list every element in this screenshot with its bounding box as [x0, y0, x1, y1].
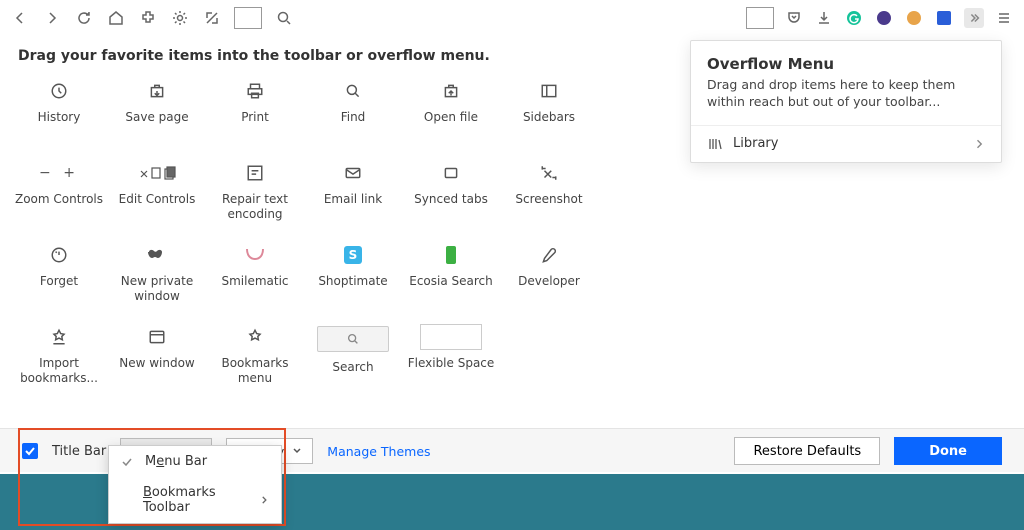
chevron-right-icon [259, 495, 269, 505]
save-page-icon [148, 80, 166, 102]
extension-blue-icon[interactable] [934, 8, 954, 28]
item-new-window[interactable]: New window [108, 326, 206, 398]
extension-purple-icon[interactable] [874, 8, 894, 28]
item-repair-text[interactable]: Repair text encoding [206, 162, 304, 234]
reload-icon[interactable] [74, 8, 94, 28]
menu-bar-option[interactable]: Menu Bar [109, 446, 281, 477]
home-icon[interactable] [106, 8, 126, 28]
ecosia-icon [446, 244, 456, 266]
print-icon [246, 80, 264, 102]
item-ecosia[interactable]: Ecosia Search [402, 244, 500, 316]
sidebars-icon [540, 80, 558, 102]
pocket-icon[interactable] [784, 8, 804, 28]
item-open-file[interactable]: Open file [402, 80, 500, 152]
item-developer[interactable]: Developer [500, 244, 598, 316]
forget-icon [50, 244, 68, 266]
shoptimate-icon: S [344, 244, 362, 266]
menu-icon[interactable] [994, 8, 1014, 28]
import-bookmarks-icon [50, 326, 68, 348]
overflow-header: Overflow Menu Drag and drop items here t… [691, 41, 1001, 126]
browser-toolbar [0, 0, 1024, 36]
toolbar-box-right[interactable] [746, 7, 774, 29]
flexible-space-icon [420, 326, 482, 348]
download-icon[interactable] [814, 8, 834, 28]
titlebar-checkbox[interactable] [22, 443, 38, 459]
item-find[interactable]: Find [304, 80, 402, 152]
history-icon [50, 80, 68, 102]
item-sidebars[interactable]: Sidebars [500, 80, 598, 152]
extension-orange-icon[interactable] [904, 8, 924, 28]
overflow-library-label: Library [733, 136, 778, 151]
toolbars-dropdown-menu: Menu Bar Bookmarks Toolbar [108, 445, 282, 524]
restore-defaults-button[interactable]: Restore Defaults [734, 437, 880, 465]
grammarly-icon[interactable] [844, 8, 864, 28]
search-icon[interactable] [274, 8, 294, 28]
settings-icon[interactable] [170, 8, 190, 28]
private-window-icon [147, 244, 167, 266]
overflow-desc: Drag and drop items here to keep them wi… [707, 77, 985, 111]
item-smilematic[interactable]: Smilematic [206, 244, 304, 316]
overflow-icon[interactable] [964, 8, 984, 28]
done-button[interactable]: Done [894, 437, 1002, 465]
developer-icon [540, 244, 558, 266]
back-icon[interactable] [10, 8, 30, 28]
item-flexible-space[interactable]: Flexible Space [402, 326, 500, 398]
forward-icon[interactable] [42, 8, 62, 28]
item-shoptimate[interactable]: SShoptimate [304, 244, 402, 316]
item-history[interactable]: History [10, 80, 108, 152]
overflow-library[interactable]: Library [691, 126, 1001, 162]
new-window-icon [148, 326, 166, 348]
item-private-window[interactable]: New private window [108, 244, 206, 316]
item-print[interactable]: Print [206, 80, 304, 152]
item-email[interactable]: Email link [304, 162, 402, 234]
extensions-icon[interactable] [138, 8, 158, 28]
titlebar-label: Title Bar [52, 444, 106, 459]
bookmarks-toolbar-option[interactable]: Bookmarks Toolbar [109, 477, 281, 523]
overflow-title: Overflow Menu [707, 55, 985, 73]
find-icon [344, 80, 362, 102]
repair-text-icon [246, 162, 264, 184]
item-search[interactable]: Search [304, 326, 402, 398]
synced-tabs-icon [442, 162, 460, 184]
item-synced-tabs[interactable]: Synced tabs [402, 162, 500, 234]
manage-themes-link[interactable]: Manage Themes [327, 444, 430, 459]
fullscreen-icon[interactable] [202, 8, 222, 28]
right-toolbar-icons [746, 7, 1014, 29]
library-icon [707, 136, 723, 152]
item-save-page[interactable]: Save page [108, 80, 206, 152]
open-file-icon [442, 80, 460, 102]
screenshot-icon [540, 162, 558, 184]
item-forget[interactable]: Forget [10, 244, 108, 316]
search-box-icon [317, 326, 389, 352]
overflow-menu-panel: Overflow Menu Drag and drop items here t… [690, 40, 1002, 163]
zoom-controls-icon: − + [39, 162, 79, 184]
edit-controls-icon [137, 162, 177, 184]
item-edit-controls[interactable]: Edit Controls [108, 162, 206, 234]
check-icon [121, 456, 135, 468]
item-bookmarks-menu[interactable]: Bookmarks menu [206, 326, 304, 398]
item-screenshot[interactable]: Screenshot [500, 162, 598, 234]
smilematic-icon [246, 244, 264, 266]
email-icon [344, 162, 362, 184]
item-zoom-controls[interactable]: − +Zoom Controls [10, 162, 108, 234]
item-import-bookmarks[interactable]: Import bookmarks... [10, 326, 108, 398]
chevron-right-icon [973, 138, 985, 150]
toolbar-box[interactable] [234, 7, 262, 29]
bookmarks-menu-icon [246, 326, 264, 348]
